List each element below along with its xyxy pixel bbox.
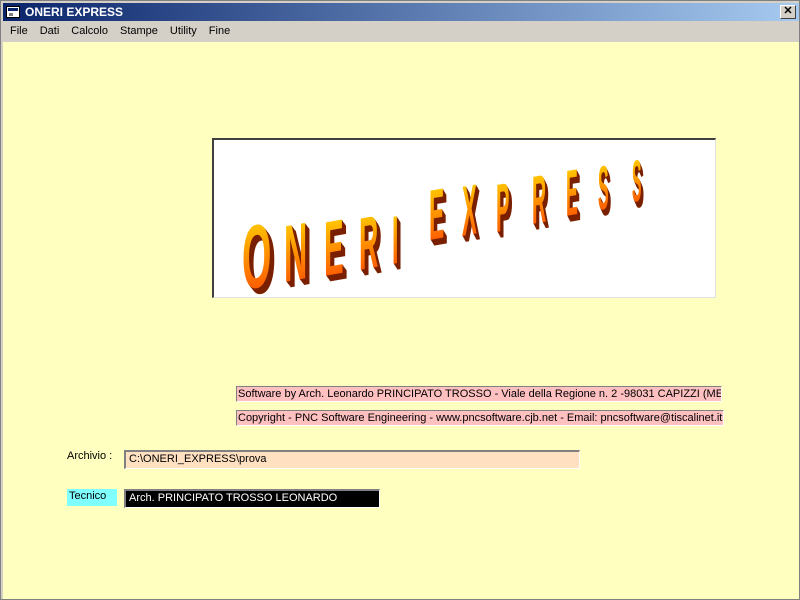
logo-letter: EEEEEEEE (429, 174, 448, 262)
logo-letter-face: X (462, 170, 477, 252)
logo-letter: XXXXXXXX (462, 170, 480, 258)
menu-file[interactable]: File (3, 22, 34, 41)
menu-calcolo[interactable]: Calcolo (65, 22, 114, 41)
tecnico-field[interactable]: Arch. PRINCIPATO TROSSO LEONARDO (124, 489, 380, 508)
logo-letter: SSSSSSSS (598, 152, 611, 230)
archivio-field[interactable]: C:\ONERI_EXPRESS\prova (124, 450, 580, 469)
logo-letter: NNNNNNNN (284, 206, 312, 297)
logo-letter-face: I (392, 201, 398, 278)
logo-letter: OOOOOOOO (242, 203, 276, 297)
logo-letter: RRRRRRRR (532, 160, 549, 244)
logo-letter-face: N (284, 206, 307, 297)
logo-letters: OOOOOOOO NNNNNNNN EEEEEEEE RRRRRRRR IIIIIIII… (242, 148, 644, 297)
close-button[interactable]: ✕ (780, 5, 796, 19)
logo-letter-face: R (532, 160, 546, 239)
menu-stampe[interactable]: Stampe (114, 22, 164, 41)
logo-letter-face: R (359, 199, 378, 286)
menu-bar: File Dati Calcolo Stampe Utility Fine (3, 22, 799, 41)
logo-letter: EEEEEEEE (566, 157, 581, 237)
logo-letter: IIIIIIII (392, 201, 402, 284)
logo-letter-face: S (598, 152, 609, 224)
menu-utility[interactable]: Utility (164, 22, 203, 41)
logo-letter-face: O (242, 203, 271, 297)
logo-letter-face: E (566, 157, 578, 231)
logo-letter-face: P (496, 167, 509, 247)
menu-dati[interactable]: Dati (34, 22, 66, 41)
logo-image: OOOOOOOO NNNNNNNN EEEEEEEE RRRRRRRR IIIIIIII… (212, 138, 716, 298)
title-bar[interactable]: ONERI EXPRESS ✕ (3, 3, 799, 21)
archivio-label: Archivio : (67, 450, 113, 462)
main-window: ONERI EXPRESS ✕ File Dati Calcolo Stampe… (0, 0, 800, 600)
logo-letter: SSSSSSSS (632, 148, 644, 222)
client-area: OOOOOOOO NNNNNNNN EEEEEEEE RRRRRRRR IIIIIIII… (3, 42, 799, 599)
logo-graphic: OOOOOOOO NNNNNNNN EEEEEEEE RRRRRRRR IIIIIIII… (242, 148, 644, 297)
logo-letter: RRRRRRRR (359, 199, 382, 292)
menu-fine[interactable]: Fine (203, 22, 236, 41)
logo-letter-face: S (632, 148, 641, 216)
copyright-info-label: Copyright - PNC Software Engineering - w… (236, 410, 724, 426)
author-info-label: Software by Arch. Leonardo PRINCIPATO TR… (236, 386, 722, 402)
window-title: ONERI EXPRESS (25, 5, 124, 19)
logo-letter-face: E (429, 174, 444, 256)
tecnico-label: Tecnico (67, 489, 117, 506)
logo-letter: PPPPPPPP (496, 167, 513, 253)
app-window-icon[interactable] (6, 6, 20, 18)
logo-letter-face: E (324, 204, 344, 293)
logo-letter: EEEEEEEE (324, 204, 348, 297)
